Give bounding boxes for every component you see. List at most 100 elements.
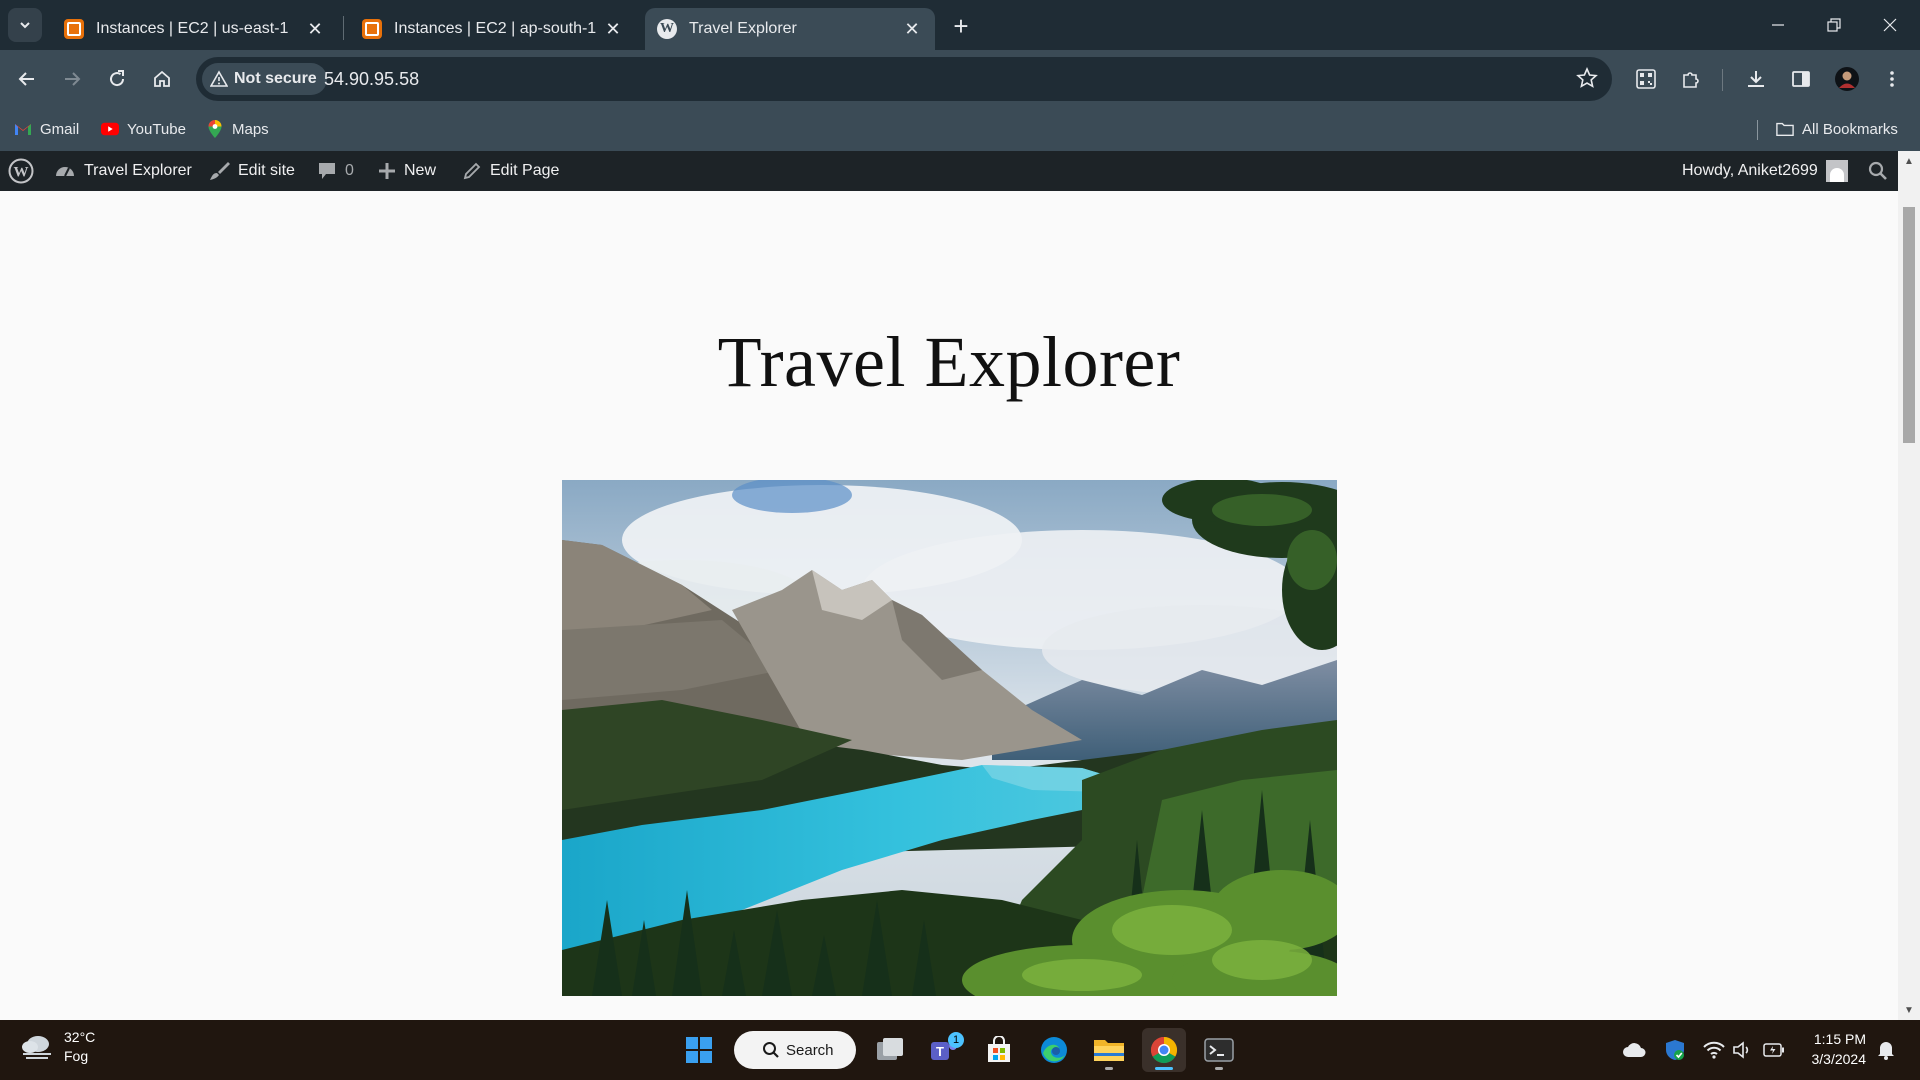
volume-button[interactable] (1728, 1038, 1756, 1062)
file-explorer-button[interactable] (1087, 1028, 1131, 1072)
bookmark-star-button[interactable] (1576, 66, 1598, 94)
wp-edit-site[interactable]: Edit site (208, 151, 295, 191)
bookmark-youtube[interactable]: YouTube (101, 116, 186, 142)
address-bar[interactable]: Not secure 54.90.95.58 (196, 57, 1612, 101)
minimize-icon (1772, 24, 1784, 26)
back-button[interactable] (9, 61, 45, 97)
extensions-button[interactable] (1673, 61, 1709, 97)
teams-button[interactable]: T 1 (922, 1028, 966, 1072)
wp-my-account[interactable]: Howdy, Aniket2699 (1682, 151, 1848, 191)
forward-button[interactable] (54, 61, 90, 97)
bookmark-maps[interactable]: Maps (206, 116, 269, 142)
plus-icon (378, 162, 396, 180)
wifi-icon (1703, 1041, 1725, 1059)
scroll-up-icon[interactable]: ▲ (1903, 155, 1915, 167)
tab-divider (343, 16, 344, 40)
cloud-icon (1623, 1043, 1646, 1057)
folder-icon (1094, 1040, 1124, 1061)
new-tab-button[interactable]: + (945, 10, 977, 42)
battery-charging-icon (1763, 1043, 1784, 1057)
page-content: Travel Explorer (0, 191, 1898, 1020)
all-bookmarks-label: All Bookmarks (1802, 120, 1898, 138)
chrome-button[interactable] (1142, 1028, 1186, 1072)
close-icon[interactable]: ✕ (304, 18, 326, 40)
edge-button[interactable] (1032, 1028, 1076, 1072)
wp-comments[interactable]: 0 (317, 151, 354, 191)
reload-icon (110, 70, 125, 87)
home-icon (154, 70, 170, 87)
mountain-lake-landscape (562, 480, 1337, 996)
defender-button[interactable] (1661, 1038, 1689, 1062)
tab-title: Instances | EC2 | us-east-1 (96, 20, 289, 37)
kebab-menu-icon (1890, 71, 1894, 87)
wifi-button[interactable] (1700, 1038, 1728, 1062)
side-panel-button[interactable] (1783, 61, 1819, 97)
weather-temp: 32°C (64, 1029, 96, 1045)
wp-logo-button[interactable]: W (8, 151, 34, 191)
tab-travel-explorer[interactable]: W Travel Explorer ✕ (645, 8, 935, 50)
restore-button[interactable] (1806, 0, 1862, 50)
browser-toolbar: Not secure 54.90.95.58 (0, 50, 1920, 108)
running-indicator (1215, 1067, 1223, 1070)
profile-button[interactable] (1829, 61, 1865, 97)
close-icon (1883, 18, 1897, 32)
terminal-button[interactable] (1197, 1028, 1241, 1072)
download-icon (1748, 71, 1764, 87)
qr-code-button[interactable] (1628, 61, 1664, 97)
tab-search-button[interactable] (8, 8, 42, 42)
url-text[interactable]: 54.90.95.58 (324, 69, 419, 90)
wp-comments-count: 0 (345, 162, 354, 179)
downloads-button[interactable] (1738, 61, 1774, 97)
all-bookmarks-button[interactable]: All Bookmarks (1776, 116, 1898, 142)
security-label: Not secure (234, 70, 317, 87)
weather-desc: Fog (64, 1048, 89, 1064)
wp-new-content[interactable]: New (378, 151, 436, 191)
bookmark-gmail[interactable]: Gmail (14, 116, 79, 142)
wp-edit-site-label: Edit site (238, 162, 295, 179)
brush-icon (208, 160, 230, 182)
fog-cloud-icon (22, 1036, 51, 1059)
avatar-icon (1835, 67, 1859, 91)
close-icon[interactable]: ✕ (901, 18, 923, 40)
search-icon (763, 1042, 779, 1058)
scroll-down-icon[interactable]: ▼ (1903, 1004, 1915, 1016)
pencil-icon (462, 161, 482, 181)
wp-search-button[interactable] (1868, 151, 1888, 191)
close-icon[interactable]: ✕ (602, 18, 624, 40)
taskbar-search[interactable]: Search (734, 1031, 856, 1069)
youtube-icon (101, 120, 119, 138)
site-info-chip[interactable]: Not secure (202, 63, 327, 95)
wp-site-name[interactable]: Travel Explorer (54, 151, 192, 191)
scrollbar-thumb[interactable] (1903, 207, 1915, 443)
wp-new-label: New (404, 162, 437, 179)
site-title[interactable]: Travel Explorer (0, 321, 1898, 404)
qr-code-icon (1636, 69, 1656, 89)
page-scrollbar[interactable]: ▲ ▼ (1898, 151, 1920, 1020)
svg-text:W: W (14, 165, 29, 181)
menu-button[interactable] (1874, 61, 1910, 97)
store-button[interactable] (977, 1028, 1021, 1072)
home-button[interactable] (144, 61, 180, 97)
wp-edit-page[interactable]: Edit Page (462, 151, 559, 191)
maps-icon (206, 120, 224, 138)
battery-button[interactable] (1760, 1038, 1788, 1062)
tab-ec2-us-east-1[interactable]: Instances | EC2 | us-east-1 ✕ (52, 8, 338, 50)
clock-time: 1:15 PM (1813, 1031, 1866, 1047)
close-window-button[interactable] (1862, 0, 1918, 50)
task-view-button[interactable] (868, 1028, 912, 1072)
arrow-left-icon (18, 72, 34, 86)
side-panel-icon (1792, 71, 1810, 87)
weather-widget[interactable]: 32°C Fog (20, 1028, 95, 1066)
onedrive-button[interactable] (1620, 1038, 1648, 1062)
start-button[interactable] (677, 1028, 721, 1072)
system-clock[interactable]: 1:15 PM 3/3/2024 (1790, 1029, 1867, 1069)
notification-badge: 1 (948, 1032, 964, 1048)
reload-button[interactable] (99, 61, 135, 97)
notifications-button[interactable] (1872, 1038, 1900, 1062)
tab-strip: Instances | EC2 | us-east-1 ✕ Instances … (0, 0, 1920, 50)
windows-taskbar: 32°C Fog Search T 1 1:15 PM 3/3/2024 (0, 1020, 1920, 1080)
tab-ec2-ap-south-1[interactable]: Instances | EC2 | ap-south-1 ✕ (350, 8, 636, 50)
wordpress-icon: W (657, 19, 677, 39)
task-view-icon (877, 1038, 903, 1060)
minimize-button[interactable] (1750, 0, 1806, 50)
